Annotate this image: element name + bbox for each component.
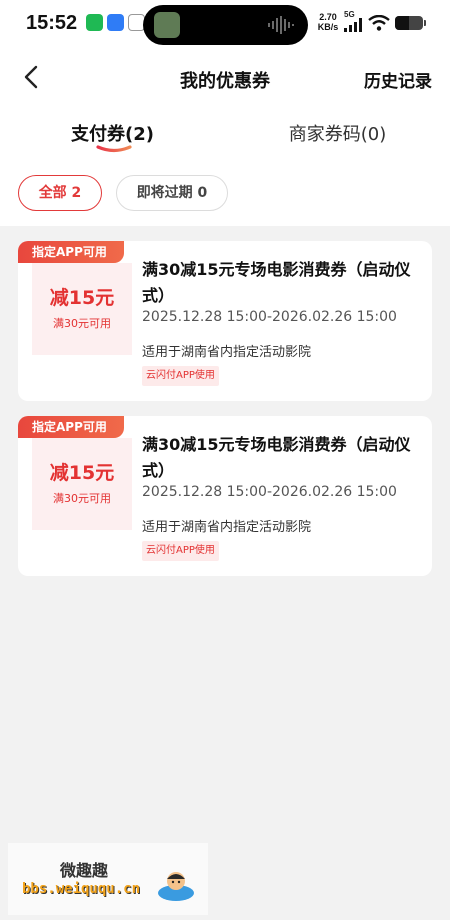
wifi-icon	[368, 15, 390, 31]
app-notification-icon	[107, 14, 124, 31]
network-speed-value: 2.70	[319, 12, 337, 22]
filter-all-chip[interactable]: 全部 2	[18, 175, 102, 211]
battery-icon	[395, 16, 426, 30]
coupon-title: 满30减15元专场电影消费券（启动仪式）	[142, 435, 411, 480]
coupon-value-box: 减15元 满30元可用	[32, 263, 132, 355]
coupon-card[interactable]: 减15元 满30元可用 指定APP可用 满30减15元专场电影消费券（启动仪式）…	[18, 416, 432, 576]
site-watermark: 微趣趣 bbs.weiququ.cn	[8, 843, 208, 915]
app-notification-icon	[86, 14, 103, 31]
mascot-icon	[158, 872, 194, 901]
watermark-title: 微趣趣	[60, 861, 109, 880]
nav-header: 我的优惠券 历史记录	[0, 48, 450, 108]
tab-payment-coupons[interactable]: 支付券(2)	[0, 120, 225, 146]
history-link[interactable]: 历史记录	[364, 67, 432, 92]
coupon-value-box: 减15元 满30元可用	[32, 438, 132, 530]
network-speed-unit: KB/s	[317, 22, 339, 32]
tab-merchant-codes[interactable]: 商家券码(0)	[225, 120, 450, 146]
network-speed: 2.70 KB/s	[316, 12, 340, 32]
coupon-card[interactable]: 减15元 满30元可用 指定APP可用 满30减15元专场电影消费券（启动仪式）…	[18, 241, 432, 401]
coupon-scope: 适用于湖南省内指定活动影院	[142, 345, 312, 360]
audio-wave-icon	[268, 16, 294, 34]
coupon-validity-time: 2025.12.28 15:00-2026.02.26 15:00	[142, 309, 397, 325]
coupon-channel-badge: 云闪付APP使用	[142, 541, 219, 561]
dynamic-island[interactable]	[143, 5, 308, 45]
active-tab-indicator	[96, 145, 132, 153]
coupon-condition: 满30元可用	[53, 492, 111, 505]
status-time: 15:52	[26, 12, 78, 34]
coupon-type-tabs: 支付券(2) 商家券码(0)	[0, 108, 450, 168]
coupon-amount: 减15元	[49, 287, 115, 309]
filter-expiring-chip[interactable]: 即将过期 0	[116, 175, 228, 211]
status-bar: 15:52 2.70 KB/s 5G	[0, 0, 450, 48]
coupon-title: 满30减15元专场电影消费券（启动仪式）	[142, 260, 411, 305]
watermark-url: bbs.weiququ.cn	[22, 881, 141, 897]
coupon-amount: 减15元	[49, 462, 115, 484]
signal-icon	[344, 18, 362, 32]
media-thumbnail	[154, 12, 180, 38]
coupon-tag: 指定APP可用	[18, 241, 124, 263]
coupon-channel-badge: 云闪付APP使用	[142, 366, 219, 386]
coupon-tag: 指定APP可用	[18, 416, 124, 438]
filter-bar: 全部 2 即将过期 0	[0, 168, 450, 226]
coupon-scope: 适用于湖南省内指定活动影院	[142, 520, 312, 535]
coupon-condition: 满30元可用	[53, 317, 111, 330]
coupon-validity-time: 2025.12.28 15:00-2026.02.26 15:00	[142, 484, 397, 500]
